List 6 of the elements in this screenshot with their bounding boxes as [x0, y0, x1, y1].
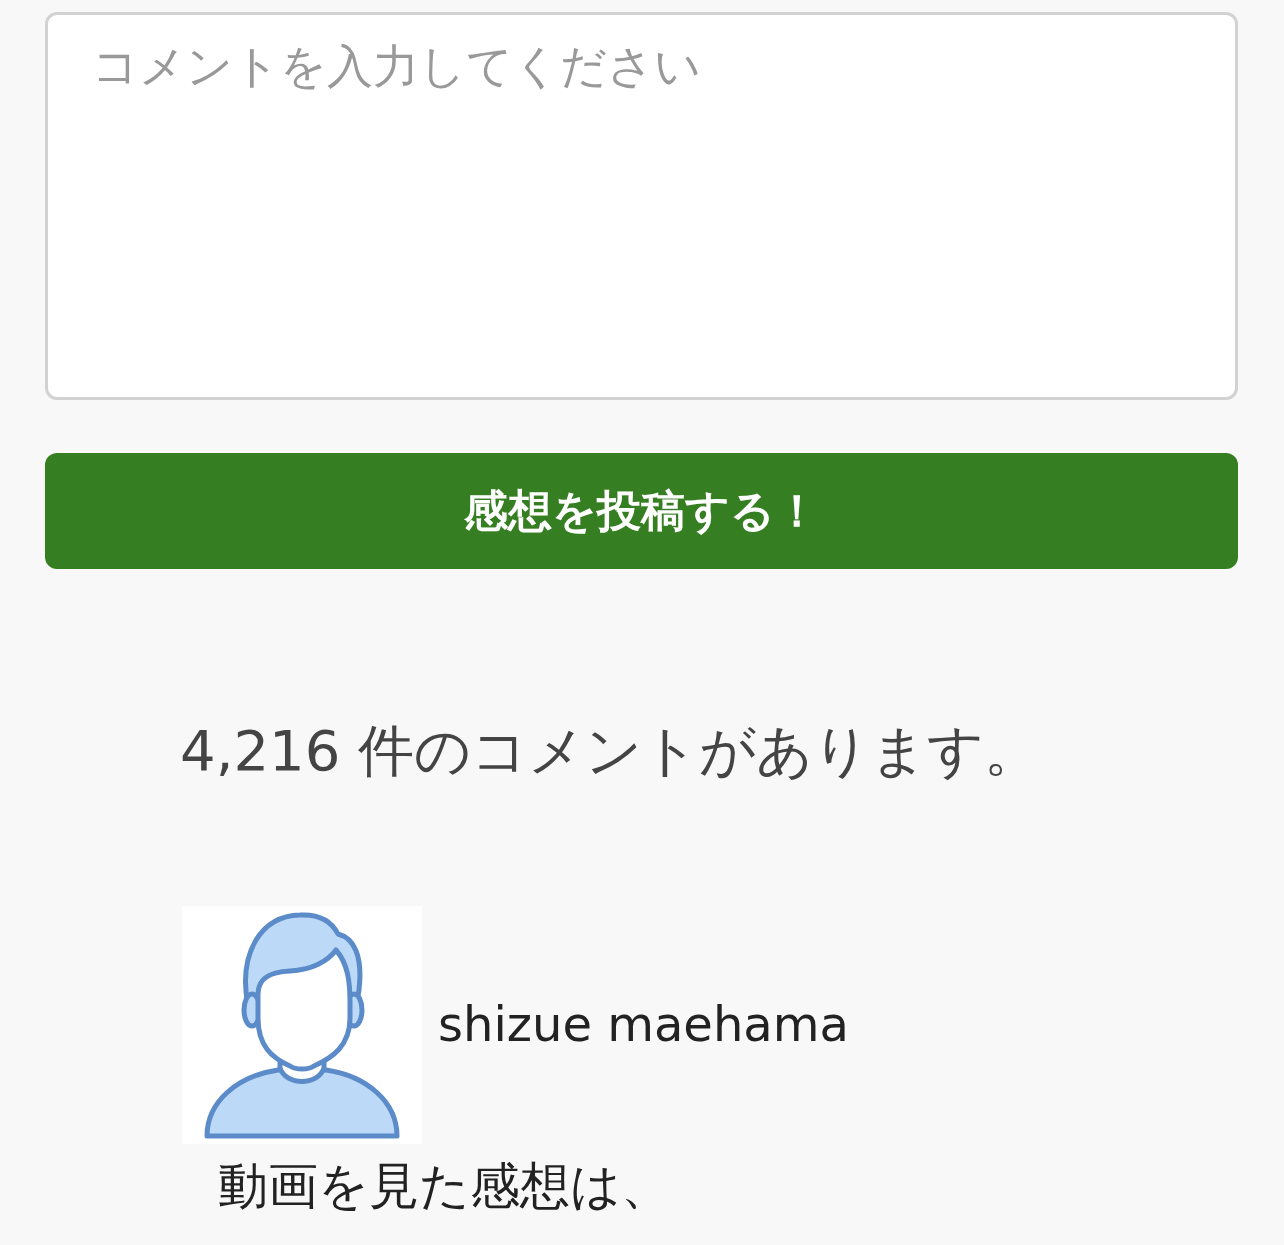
comment-text: 動画を見た感想は、 [218, 1156, 671, 1217]
submit-button[interactable]: 感想を投稿する！ [45, 453, 1238, 569]
avatar-icon [182, 906, 422, 1145]
author-name: shizue maehama [438, 996, 849, 1054]
comment-input-field[interactable]: コメントを入力してください [45, 12, 1238, 400]
comment-count: 4,216 件のコメントがあります。 [180, 717, 1041, 785]
